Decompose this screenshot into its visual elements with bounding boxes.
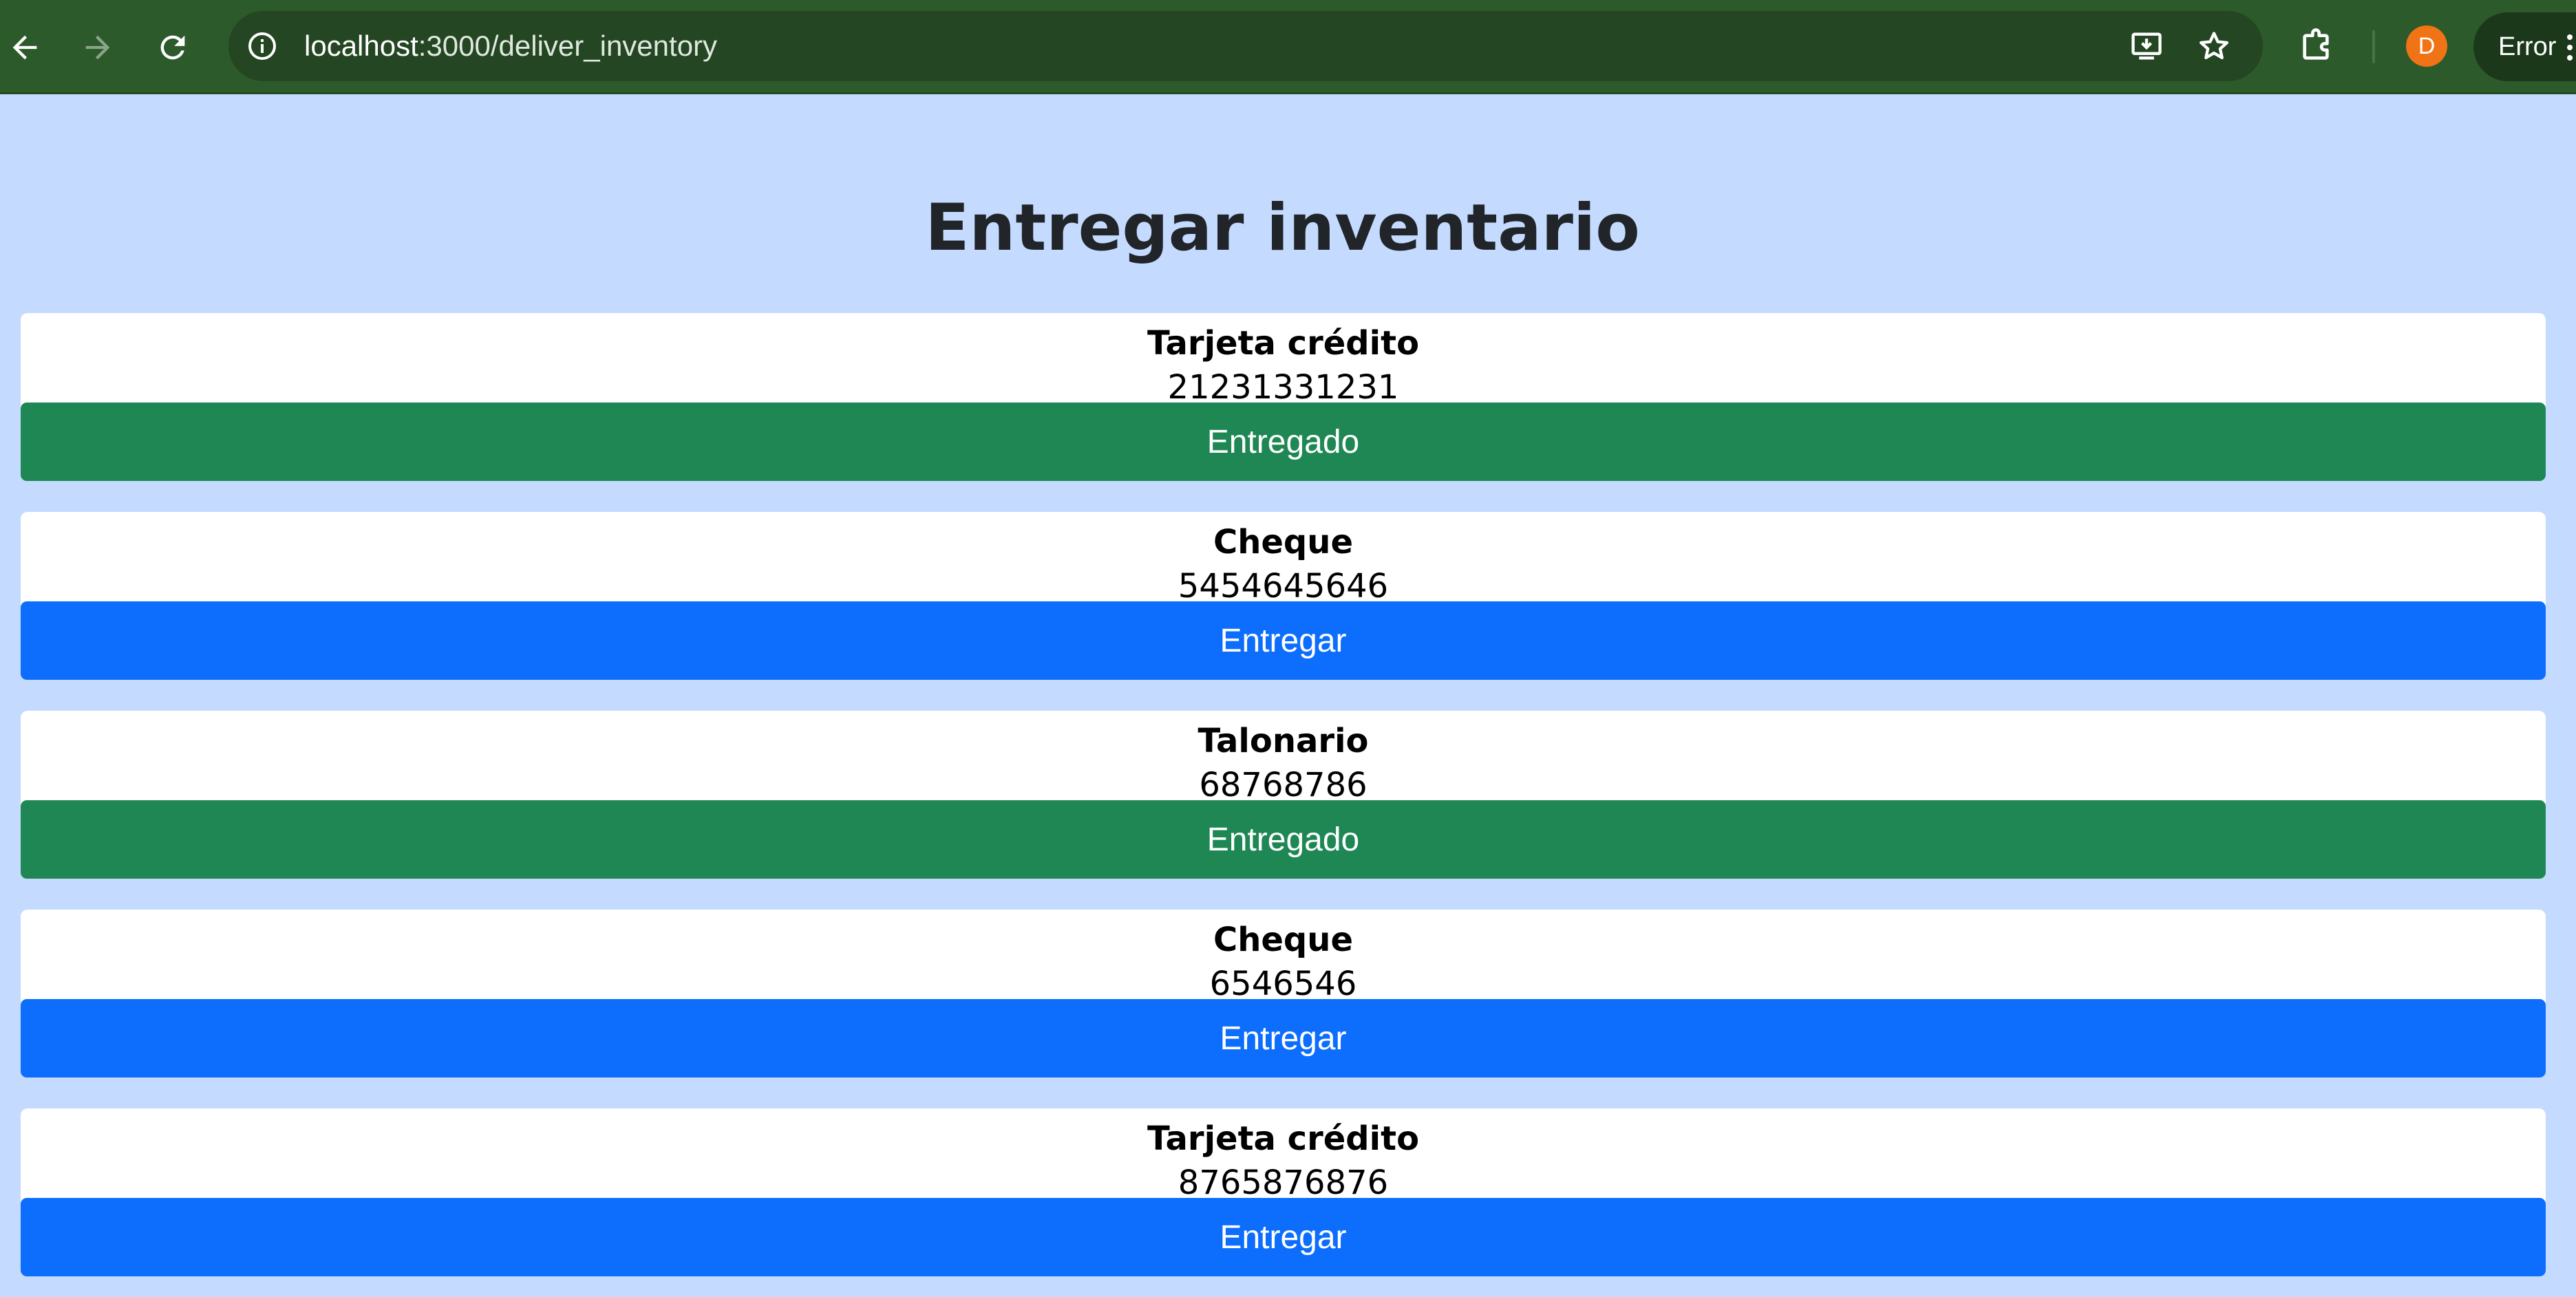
deliver-button[interactable]: Entregar xyxy=(21,1198,2546,1276)
toolbar-divider xyxy=(2372,30,2375,63)
star-icon xyxy=(2199,32,2229,60)
extensions-button[interactable] xyxy=(2292,23,2340,71)
arrow-right-icon xyxy=(85,35,110,60)
profile-avatar[interactable]: D xyxy=(2406,25,2447,67)
inventory-item-body: Cheque 5454645646 xyxy=(21,512,2546,615)
back-button[interactable] xyxy=(0,20,52,75)
reload-icon xyxy=(160,35,185,60)
inventory-item-body: Tarjeta crédito 21231331231 xyxy=(21,313,2546,416)
install-app-icon xyxy=(2131,32,2162,60)
inventory-item: Tarjeta crédito 21231331231 Entregado xyxy=(21,313,2546,502)
delivered-button[interactable]: Entregado xyxy=(21,800,2546,879)
url-host: localhost xyxy=(304,30,418,62)
more-vert-icon[interactable] xyxy=(2567,34,2573,62)
inventory-item-name: Cheque xyxy=(1213,921,1354,959)
error-label: Error xyxy=(2498,32,2557,61)
delivered-button[interactable]: Entregado xyxy=(21,403,2546,481)
error-button[interactable]: Error xyxy=(2473,12,2576,81)
url-text[interactable]: localhost:3000/deliver_inventory xyxy=(304,28,717,65)
inventory-item-name: Tarjeta crédito xyxy=(1147,324,1420,363)
inventory-item-name: Talonario xyxy=(1197,722,1369,760)
url-path: :3000/deliver_inventory xyxy=(418,30,718,62)
inventory-item: Cheque 6546546 Entregar xyxy=(21,910,2546,1098)
reload-button[interactable] xyxy=(145,20,200,75)
info-icon xyxy=(248,32,276,60)
install-app-button[interactable] xyxy=(2127,26,2167,66)
inventory-item-body: Tarjeta crédito 8765876876 xyxy=(21,1108,2546,1212)
address-bar[interactable]: localhost:3000/deliver_inventory xyxy=(228,11,2263,81)
bookmark-button[interactable] xyxy=(2194,26,2234,66)
inventory-item-name: Cheque xyxy=(1213,523,1354,561)
deliver-button[interactable]: Entregar xyxy=(21,999,2546,1078)
browser-toolbar: localhost:3000/deliver_inventory D Error xyxy=(0,0,2576,94)
inventory-item: Tarjeta crédito 8765876876 Entregar xyxy=(21,1108,2546,1297)
inventory-item-body: Talonario 68768786 xyxy=(21,711,2546,814)
page-title: Entregar inventario xyxy=(925,191,1640,266)
puzzle-icon xyxy=(2303,28,2329,60)
inventory-item: Talonario 68768786 Entregado xyxy=(21,711,2546,899)
inventory-item-body: Cheque 6546546 xyxy=(21,910,2546,1013)
forward-button[interactable] xyxy=(70,20,125,75)
deliver-button[interactable]: Entregar xyxy=(21,601,2546,680)
site-info-button[interactable] xyxy=(242,26,282,66)
inventory-item-name: Tarjeta crédito xyxy=(1147,1119,1420,1158)
arrow-left-icon xyxy=(12,35,37,60)
inventory-item: Cheque 5454645646 Entregar xyxy=(21,512,2546,700)
